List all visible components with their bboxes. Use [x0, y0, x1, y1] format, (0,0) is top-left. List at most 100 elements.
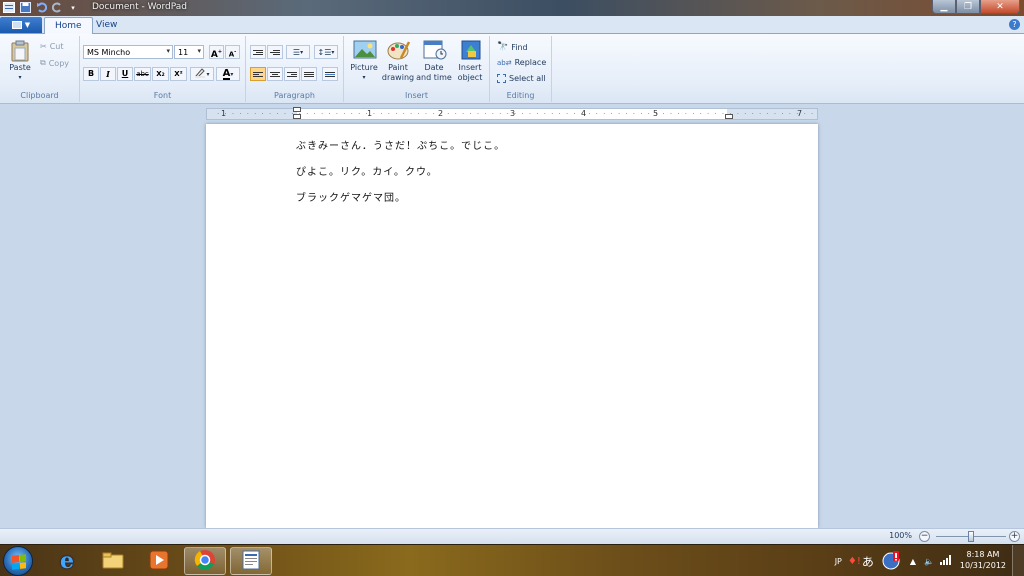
- date-and-time-button[interactable]: Date and time: [416, 40, 452, 83]
- close-button[interactable]: ✕: [980, 0, 1020, 14]
- wordpad-app-icon[interactable]: [2, 1, 16, 14]
- highlighter-icon: [194, 67, 206, 81]
- save-icon[interactable]: [18, 1, 32, 14]
- window-title: Document - WordPad: [92, 2, 187, 12]
- font-family-select[interactable]: MS Mincho ▾: [83, 45, 173, 59]
- ruler-number: 1: [367, 109, 373, 118]
- copy-button[interactable]: ⧉ Copy: [40, 58, 69, 68]
- binoculars-icon: 🔭: [497, 42, 509, 52]
- clipboard-group: Paste ▾ ✂ Cut ⧉ Copy Clipboard: [0, 36, 80, 102]
- application-menu-button[interactable]: ▼: [0, 17, 42, 33]
- bold-button[interactable]: B: [83, 67, 99, 81]
- font-size-select[interactable]: 11 ▾: [174, 45, 204, 59]
- shrink-font-button[interactable]: A-: [225, 45, 240, 59]
- start-button[interactable]: [3, 546, 33, 576]
- bullet-list-icon: ☰: [292, 47, 301, 57]
- bullet-list-button[interactable]: ☰ ▾: [286, 45, 310, 59]
- show-desktop-button[interactable]: [1012, 545, 1024, 576]
- ribbon: Paste ▾ ✂ Cut ⧉ Copy Clipboard MS Mincho…: [0, 34, 1024, 104]
- minimize-icon: ▁: [940, 1, 948, 12]
- picture-button[interactable]: Picture ▾: [346, 40, 382, 83]
- document-line[interactable]: ブラックゲマゲマ団。: [296, 189, 406, 204]
- ime-mode-indicator[interactable]: あ: [862, 553, 874, 570]
- tab-view[interactable]: View: [86, 17, 127, 35]
- replace-button[interactable]: ab⇄ Replace: [497, 58, 546, 67]
- align-left-button[interactable]: [250, 67, 266, 81]
- minimize-button[interactable]: ▁: [932, 0, 956, 14]
- chevron-down-icon: ▾: [166, 47, 170, 55]
- volume-icon[interactable]: 🔈: [924, 557, 934, 566]
- ruler-number: 2: [438, 109, 444, 118]
- clock-time: 8:18 AM: [966, 550, 1000, 559]
- subscript-button[interactable]: X₂: [152, 67, 169, 81]
- quick-access-toolbar: ▾: [2, 1, 80, 14]
- insert-object-label: Insert object: [457, 63, 483, 82]
- italic-button[interactable]: I: [100, 67, 116, 81]
- underline-button[interactable]: U: [117, 67, 133, 81]
- ruler-number: 3: [510, 109, 516, 118]
- font-color-icon: A: [222, 67, 231, 80]
- document-line[interactable]: ぶきみーさん．うさだ！ぷちこ。でじこ。: [296, 137, 505, 152]
- cut-button[interactable]: ✂ Cut: [40, 42, 64, 51]
- ime-alert-icon[interactable]: ♦!: [848, 556, 861, 567]
- increase-indent-button[interactable]: [267, 45, 283, 59]
- action-center-icon[interactable]: [882, 550, 902, 573]
- line-spacing-icon: ↕☰: [317, 47, 332, 57]
- wordpad-icon: [241, 550, 261, 573]
- first-line-indent-marker[interactable]: [293, 107, 301, 112]
- line-spacing-button[interactable]: ↕☰ ▾: [314, 45, 338, 59]
- network-signal-icon[interactable]: [940, 554, 952, 568]
- taskbar-media-player[interactable]: [138, 547, 180, 575]
- grow-font-button[interactable]: A+: [209, 45, 224, 60]
- restore-button[interactable]: ❐: [956, 0, 980, 14]
- paste-button[interactable]: Paste ▾: [2, 40, 38, 83]
- undo-icon[interactable]: [34, 1, 48, 14]
- taskbar-internet-explorer[interactable]: e: [46, 547, 88, 575]
- paste-icon: [9, 40, 31, 62]
- insert-group: Picture ▾ Paint drawing Date and time In…: [344, 36, 490, 102]
- paragraph-settings-button[interactable]: [322, 67, 338, 81]
- find-button[interactable]: 🔭 Find: [497, 42, 528, 52]
- redo-icon[interactable]: [50, 1, 64, 14]
- title-bar: ▾ Document - WordPad ▁ ❐ ✕: [0, 0, 1024, 16]
- horizontal-ruler[interactable]: ········································…: [206, 107, 818, 120]
- editing-group: 🔭 Find ab⇄ Replace Select all Editing: [490, 36, 552, 102]
- chevron-down-icon: ▼: [24, 21, 31, 29]
- zoom-out-button[interactable]: −: [919, 531, 930, 542]
- strikethrough-button[interactable]: abc: [134, 67, 151, 81]
- insert-object-button[interactable]: Insert object: [452, 40, 488, 83]
- windows-logo-icon: [12, 554, 26, 570]
- paint-drawing-button[interactable]: Paint drawing: [380, 40, 416, 83]
- taskbar-wordpad[interactable]: [230, 547, 272, 575]
- align-center-button[interactable]: [267, 67, 283, 81]
- select-all-button[interactable]: Select all: [497, 74, 546, 83]
- paste-label: Paste: [9, 63, 31, 72]
- zoom-slider-thumb[interactable]: [968, 531, 974, 542]
- taskbar-chrome[interactable]: [184, 547, 226, 575]
- chevron-down-icon: ▾: [197, 47, 201, 55]
- zoom-in-button[interactable]: +: [1009, 531, 1020, 542]
- ruler-number: 7: [797, 109, 803, 118]
- font-color-button[interactable]: A ▾: [216, 67, 240, 81]
- right-indent-marker[interactable]: [725, 114, 733, 119]
- align-left-icon: [253, 71, 263, 77]
- justify-button[interactable]: [301, 67, 317, 81]
- restore-icon: ❐: [963, 1, 973, 12]
- taskbar: e JP ♦! あ ▲ 🔈 8:18 AM 10/31/2012: [0, 544, 1024, 576]
- customize-qat-chevron-down-icon[interactable]: ▾: [66, 1, 80, 14]
- taskbar-file-explorer[interactable]: [92, 547, 134, 575]
- document-line[interactable]: ぴよこ。リク。カイ。クウ。: [296, 163, 438, 178]
- document-page[interactable]: ぶきみーさん．うさだ！ぷちこ。でじこ。 ぴよこ。リク。カイ。クウ。 ブラックゲマ…: [206, 124, 818, 528]
- show-hidden-icons-chevron-up-icon[interactable]: ▲: [910, 557, 916, 566]
- left-indent-marker[interactable]: [293, 114, 301, 119]
- help-icon[interactable]: ?: [1009, 19, 1020, 30]
- highlight-color-button[interactable]: ▾: [190, 67, 214, 81]
- calendar-clock-icon: [423, 40, 447, 60]
- align-right-button[interactable]: [284, 67, 300, 81]
- decrease-indent-button[interactable]: [250, 45, 266, 59]
- language-indicator[interactable]: JP: [835, 557, 842, 566]
- superscript-button[interactable]: X²: [170, 67, 187, 81]
- editing-group-label: Editing: [506, 91, 535, 100]
- close-icon: ✕: [996, 1, 1004, 12]
- taskbar-clock[interactable]: 8:18 AM 10/31/2012: [960, 549, 1006, 571]
